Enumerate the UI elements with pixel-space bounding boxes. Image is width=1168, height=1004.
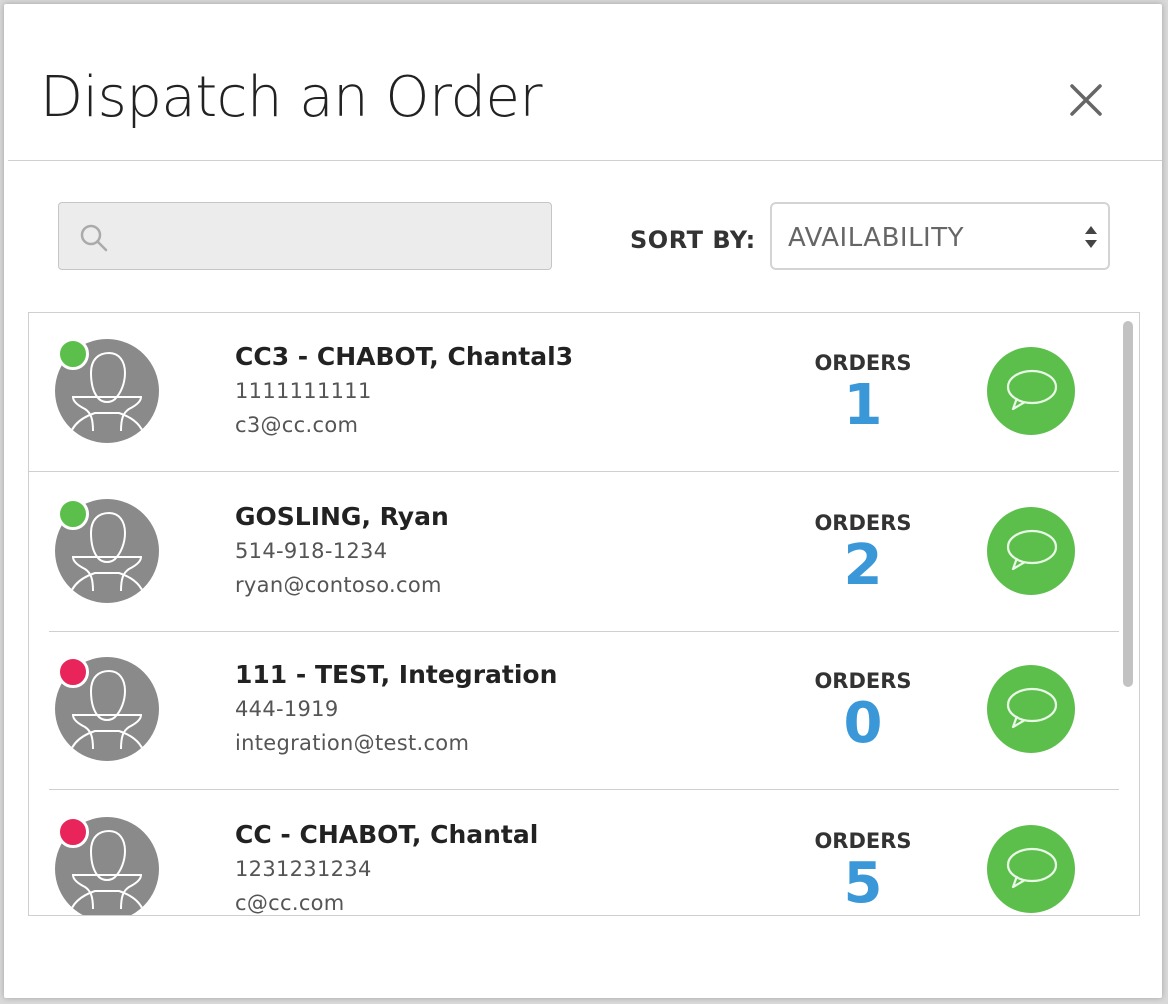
chat-button[interactable] [987, 507, 1075, 595]
driver-name: GOSLING, Ryan [235, 502, 449, 531]
driver-row-1[interactable]: CC3 - CHABOT, Chantal3 1111111111 c3@cc.… [29, 313, 1119, 472]
orders-label: ORDERS [814, 351, 912, 375]
chat-bubble-icon [1006, 687, 1058, 729]
scrollbar[interactable] [1121, 317, 1135, 911]
driver-name: 111 - TEST, Integration [235, 660, 558, 689]
driver-row-2[interactable]: GOSLING, Ryan 514-918-1234 ryan@contoso.… [49, 473, 1119, 632]
orders-count: 0 [843, 691, 883, 756]
status-indicator-unavailable [57, 656, 89, 688]
sort-select[interactable]: AVAILABILITY [770, 202, 1110, 270]
driver-name: CC - CHABOT, Chantal [235, 820, 539, 849]
orders-count: 5 [843, 851, 883, 916]
dialog-title: Dispatch an Order [40, 65, 543, 130]
status-indicator-unavailable [57, 816, 89, 848]
orders-label: ORDERS [814, 669, 912, 693]
orders-count: 2 [843, 533, 883, 598]
close-icon [1066, 80, 1106, 120]
status-indicator-available [57, 338, 89, 370]
select-arrows-icon [1084, 224, 1098, 250]
chat-bubble-icon [1006, 847, 1058, 889]
driver-list[interactable]: CC3 - CHABOT, Chantal3 1111111111 c3@cc.… [28, 312, 1140, 916]
sort-by-label: SORT BY: [630, 226, 756, 254]
sort-selected-value: AVAILABILITY [788, 223, 964, 253]
search-box[interactable] [58, 202, 552, 270]
close-button[interactable] [1066, 80, 1106, 120]
driver-row-4[interactable]: CC - CHABOT, Chantal 1231231234 c@cc.com… [49, 791, 1119, 916]
status-indicator-available [57, 498, 89, 530]
orders-label: ORDERS [814, 511, 912, 535]
chat-bubble-icon [1006, 529, 1058, 571]
driver-email: c3@cc.com [235, 413, 359, 437]
driver-phone: 1111111111 [235, 379, 372, 403]
driver-email: integration@test.com [235, 731, 470, 755]
scrollbar-thumb[interactable] [1123, 321, 1133, 687]
driver-phone: 514-918-1234 [235, 539, 388, 563]
header-divider [8, 160, 1162, 161]
dispatch-order-dialog: Dispatch an Order SORT BY: AVAILABILITY [4, 4, 1162, 998]
orders-label: ORDERS [814, 829, 912, 853]
search-input[interactable] [121, 213, 545, 261]
chat-button[interactable] [987, 347, 1075, 435]
driver-email: ryan@contoso.com [235, 573, 442, 597]
chat-bubble-icon [1006, 369, 1058, 411]
chat-button[interactable] [987, 825, 1075, 913]
driver-row-3[interactable]: 111 - TEST, Integration 444-1919 integra… [49, 631, 1119, 790]
dialog-header: Dispatch an Order [4, 4, 1162, 160]
driver-name: CC3 - CHABOT, Chantal3 [235, 342, 574, 371]
driver-phone: 444-1919 [235, 697, 339, 721]
chat-button[interactable] [987, 665, 1075, 753]
driver-email: c@cc.com [235, 891, 345, 915]
orders-count: 1 [843, 373, 883, 438]
search-icon [79, 223, 109, 253]
driver-phone: 1231231234 [235, 857, 372, 881]
